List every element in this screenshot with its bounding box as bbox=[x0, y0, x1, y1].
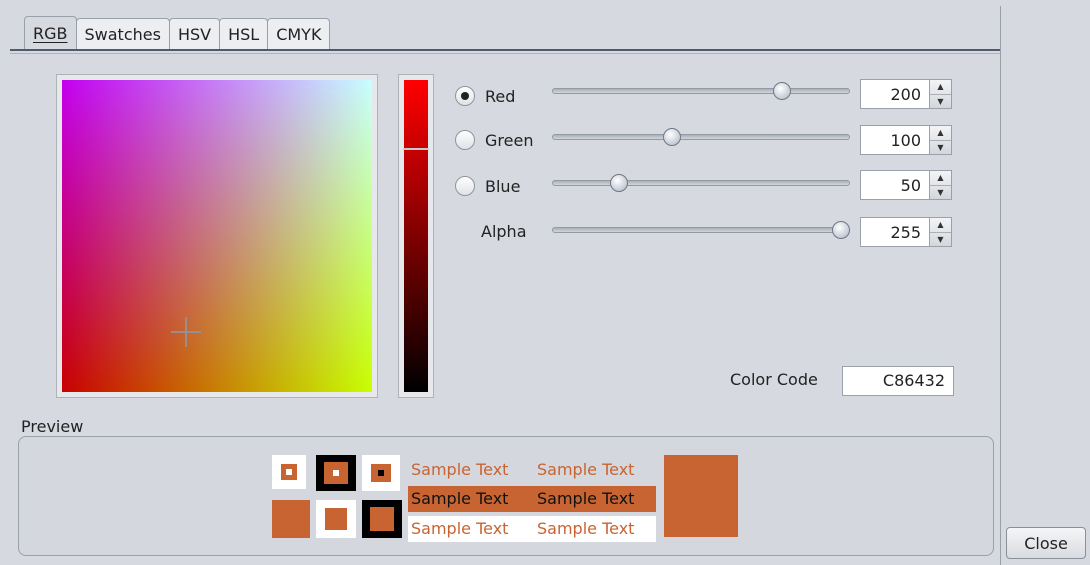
tab-swatches[interactable]: Swatches bbox=[75, 18, 170, 50]
tab-underline bbox=[10, 49, 1000, 51]
blue-spinner[interactable]: 50 ▲ ▼ bbox=[860, 170, 952, 200]
preview-swatch-6 bbox=[362, 500, 402, 538]
color-code-field[interactable]: C86432 bbox=[842, 366, 954, 396]
red-slider[interactable] bbox=[552, 82, 850, 100]
alpha-slider[interactable] bbox=[552, 221, 850, 239]
red-row: Red bbox=[455, 82, 515, 110]
blue-down-icon[interactable]: ▼ bbox=[930, 186, 951, 200]
red-label: Red bbox=[485, 86, 516, 106]
preview-label: Preview bbox=[21, 417, 84, 436]
sample-row-2: Sample Text Sample Text bbox=[408, 486, 656, 512]
green-slider[interactable] bbox=[552, 128, 850, 146]
alpha-down-icon[interactable]: ▼ bbox=[930, 233, 951, 247]
sample-row-3: Sample Text Sample Text bbox=[408, 516, 656, 542]
preview-swatch-2 bbox=[316, 455, 356, 491]
color-field[interactable] bbox=[62, 80, 372, 392]
color-code-label: Color Code bbox=[730, 370, 818, 389]
sample-text: Sample Text bbox=[411, 489, 509, 508]
close-button[interactable]: Close bbox=[1006, 527, 1086, 559]
alpha-up-icon[interactable]: ▲ bbox=[930, 218, 951, 233]
tab-bar: RGB Swatches HSV HSL CMYK bbox=[24, 16, 331, 50]
crosshair-icon[interactable] bbox=[171, 317, 201, 347]
sample-text: Sample Text bbox=[411, 519, 509, 538]
blue-radio[interactable] bbox=[455, 176, 475, 196]
red-down-icon[interactable]: ▼ bbox=[930, 95, 951, 109]
button-panel bbox=[1000, 6, 1090, 565]
alpha-slider-thumb[interactable] bbox=[832, 221, 850, 239]
preview-large-swatch bbox=[664, 455, 738, 537]
alpha-label: Alpha bbox=[481, 221, 527, 241]
green-spinner[interactable]: 100 ▲ ▼ bbox=[860, 125, 952, 155]
color-strip-frame bbox=[398, 74, 434, 398]
tab-rgb[interactable]: RGB bbox=[24, 16, 77, 50]
blue-slider[interactable] bbox=[552, 174, 850, 192]
tab-underline-shadow bbox=[10, 53, 1000, 54]
green-radio[interactable] bbox=[455, 130, 475, 150]
green-down-icon[interactable]: ▼ bbox=[930, 141, 951, 155]
alpha-row: Alpha bbox=[481, 217, 527, 245]
color-strip[interactable] bbox=[403, 80, 429, 392]
blue-up-icon[interactable]: ▲ bbox=[930, 171, 951, 186]
tab-hsl[interactable]: HSL bbox=[219, 18, 269, 50]
green-slider-thumb[interactable] bbox=[663, 128, 681, 146]
sample-text: Sample Text bbox=[537, 519, 635, 538]
preview-swatch-5 bbox=[316, 500, 356, 538]
sample-row-1: Sample Text Sample Text bbox=[408, 458, 656, 482]
red-up-icon[interactable]: ▲ bbox=[930, 80, 951, 95]
blue-slider-thumb[interactable] bbox=[610, 174, 628, 192]
red-slider-thumb[interactable] bbox=[773, 82, 791, 100]
sample-text: Sample Text bbox=[537, 489, 635, 508]
tab-hsv[interactable]: HSV bbox=[168, 18, 221, 50]
green-label: Green bbox=[485, 130, 534, 150]
green-row: Green bbox=[455, 126, 533, 154]
preview-swatch-1 bbox=[272, 455, 306, 489]
red-spinner[interactable]: 200 ▲ ▼ bbox=[860, 79, 952, 109]
sample-text: Sample Text bbox=[537, 460, 635, 479]
alpha-spinner[interactable]: 255 ▲ ▼ bbox=[860, 217, 952, 247]
preview-swatch-4 bbox=[272, 500, 310, 538]
strip-marker[interactable] bbox=[403, 148, 429, 150]
red-radio[interactable] bbox=[455, 86, 475, 106]
tab-cmyk[interactable]: CMYK bbox=[267, 18, 331, 50]
blue-row: Blue bbox=[455, 172, 520, 200]
blue-label: Blue bbox=[485, 176, 521, 196]
color-field-frame bbox=[56, 74, 378, 398]
sample-text: Sample Text bbox=[411, 460, 509, 479]
green-up-icon[interactable]: ▲ bbox=[930, 126, 951, 141]
preview-swatch-3 bbox=[362, 455, 400, 491]
